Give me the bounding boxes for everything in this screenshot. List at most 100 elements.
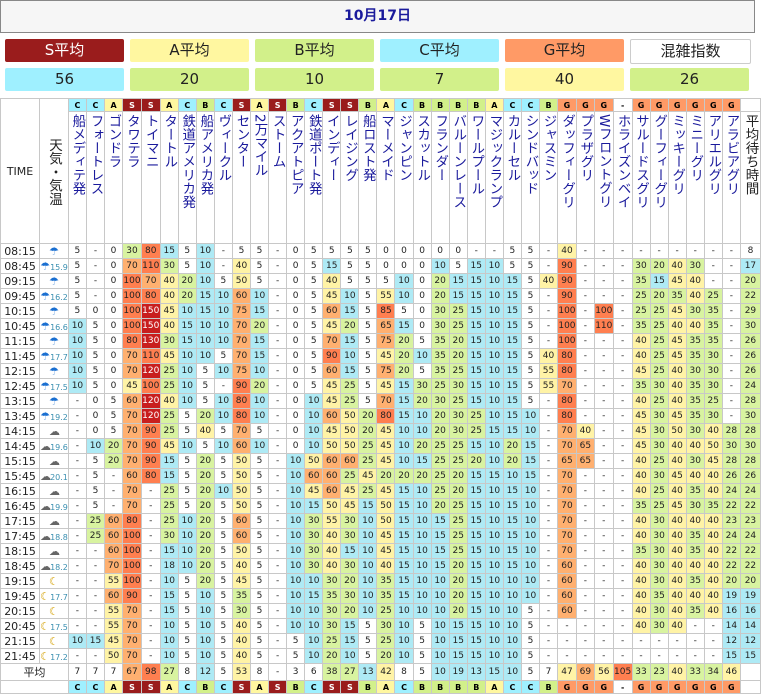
- wait-cell: 100: [122, 273, 142, 289]
- wait-cell: 60: [231, 438, 251, 454]
- attraction-name: アリエルグリ: [703, 111, 723, 244]
- category-badge: S: [322, 98, 342, 112]
- wait-cell: 10: [213, 288, 233, 304]
- wait-cell: 45: [322, 288, 342, 304]
- wait-cell: 30: [649, 513, 669, 529]
- wait-cell: 30: [685, 363, 705, 379]
- cloud-icon: ☁: [48, 484, 60, 498]
- wait-cell: 5: [358, 618, 378, 634]
- wait-cell: 15: [466, 318, 486, 334]
- wait-cell: -: [67, 468, 87, 484]
- wait-cell: 40: [667, 258, 687, 274]
- wait-cell: 45: [376, 438, 396, 454]
- wait-cell: 35: [685, 543, 705, 559]
- wait-cell: -: [593, 423, 614, 439]
- wait-cell: -: [140, 483, 161, 499]
- footer-average: 33: [631, 663, 651, 681]
- wait-cell: 50: [304, 453, 324, 469]
- wait-cell: 15: [159, 468, 179, 484]
- wait-cell: -: [268, 438, 288, 454]
- wait-cell: -: [538, 468, 559, 484]
- wait-cell: 40: [703, 558, 723, 574]
- wait-cell: -: [649, 648, 669, 664]
- attraction-name: ミッキーグリ: [667, 111, 687, 244]
- row-time: 16:45: [0, 498, 41, 514]
- wait-cell: 10: [159, 648, 179, 664]
- wait-cell: -: [538, 393, 559, 409]
- row-weather: ☁: [39, 423, 69, 439]
- umbrella-icon: ☂: [40, 319, 51, 333]
- wait-cell: 60: [104, 528, 124, 544]
- footer-average: 13: [466, 663, 486, 681]
- wait-cell: 10: [484, 408, 504, 424]
- row-time: 13:15: [0, 393, 41, 409]
- wait-cell: -: [575, 498, 595, 514]
- row-average: 8: [739, 243, 761, 259]
- footer-average: 8: [177, 663, 197, 681]
- wait-cell: 15: [466, 648, 486, 664]
- wait-cell: -: [575, 618, 595, 634]
- wait-cell: 50: [231, 498, 251, 514]
- footer-average: 38: [322, 663, 342, 681]
- row-weather: ☁: [39, 543, 69, 559]
- table-row: 12:45 ☂17.5 10 5 0 45 100 25 10 5-90 20-0 5 45 25 5 45 1…: [0, 378, 761, 394]
- wait-cell: -: [575, 558, 595, 574]
- wait-cell: 10: [340, 648, 360, 664]
- wait-cell: 30: [703, 348, 723, 364]
- wait-cell: 10: [213, 483, 233, 499]
- wait-cell: 80: [122, 513, 142, 529]
- wait-cell: 30: [340, 588, 360, 604]
- wait-cell: -: [721, 333, 741, 349]
- wait-cell: -: [703, 618, 723, 634]
- wait-cell: 0: [286, 288, 306, 304]
- wait-cell: 20: [177, 288, 197, 304]
- row-average: 16: [739, 603, 761, 619]
- wait-cell: 20: [649, 258, 669, 274]
- wait-cell: 0: [286, 423, 306, 439]
- wait-cell: -: [140, 498, 161, 514]
- wait-cell: -: [213, 378, 233, 394]
- wait-cell: 30: [322, 618, 342, 634]
- wait-cell: -: [612, 618, 633, 634]
- wait-cell: 40: [685, 558, 705, 574]
- wait-cell: 20: [430, 498, 450, 514]
- wait-cell: -: [721, 348, 741, 364]
- category-badge: B: [430, 680, 450, 694]
- wait-cell: 10: [484, 543, 504, 559]
- wait-cell: -: [612, 348, 633, 364]
- footer-average: 98: [140, 663, 161, 681]
- wait-cell: -: [612, 393, 633, 409]
- attraction-name: ダッフィーグリ: [557, 111, 577, 244]
- wait-cell: 10: [67, 363, 87, 379]
- wait-cell: -: [612, 333, 633, 349]
- wait-cell: 10: [394, 633, 414, 649]
- wait-cell: 30: [649, 378, 669, 394]
- wait-cell: 10: [340, 288, 360, 304]
- category-badge: B: [195, 98, 215, 112]
- wait-cell: 45: [667, 303, 687, 319]
- wait-cell: 5: [104, 408, 124, 424]
- row-time: 11:45: [0, 348, 41, 364]
- category-badge: G: [575, 98, 595, 112]
- wait-cell: 24: [721, 528, 741, 544]
- wait-cell: 40: [667, 603, 687, 619]
- wait-cell: 25: [159, 363, 179, 379]
- wait-cell: 5: [85, 468, 106, 484]
- table-row: 08:45 ☂15.9 5-0 70 110 30 5 10-40 5-0 5 15 5 5 0 0 0 10 5…: [0, 258, 761, 274]
- wait-cell: 15: [358, 498, 378, 514]
- wait-cell: -: [538, 423, 559, 439]
- wait-cell: 20: [195, 453, 215, 469]
- attraction-name: マジックランプ: [484, 111, 504, 244]
- wait-cell: 0: [286, 393, 306, 409]
- wait-cell: 5: [213, 603, 233, 619]
- footer-average: 34: [703, 663, 723, 681]
- category-badge: C: [213, 680, 233, 694]
- wait-cell: -: [612, 588, 633, 604]
- wait-cell: 15: [195, 288, 215, 304]
- wait-cell: 30: [304, 558, 324, 574]
- wait-cell: 0: [104, 243, 124, 259]
- attraction-name: フォートレス: [85, 111, 106, 244]
- wait-cell: 40: [322, 273, 342, 289]
- wait-cell: 10: [502, 633, 522, 649]
- wait-cell: 10: [484, 513, 504, 529]
